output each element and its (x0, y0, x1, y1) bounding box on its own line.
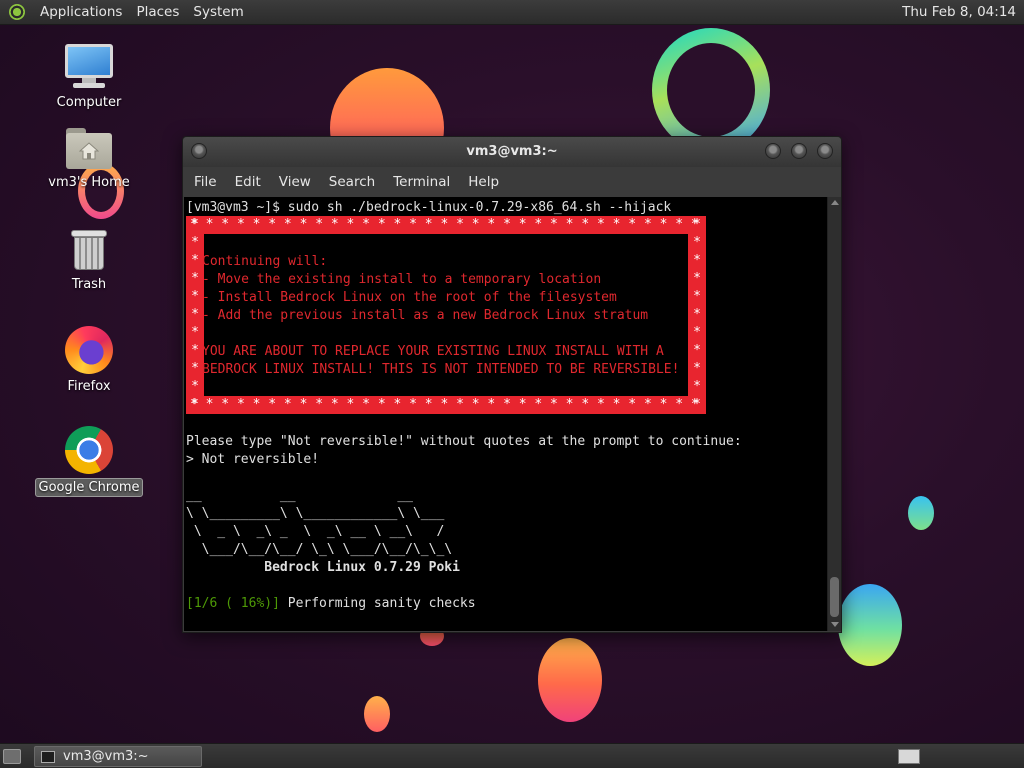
terminal-window[interactable]: vm3@vm3:~ File Edit View Search Terminal… (182, 136, 842, 633)
firefox-icon (65, 326, 113, 374)
clock[interactable]: Thu Feb 8, 04:14 (902, 4, 1016, 20)
home-folder-icon (66, 128, 112, 170)
desktop-icon-computer[interactable]: Computer (34, 44, 144, 111)
warning-star-border: * * * * * * * * * * * (693, 217, 701, 412)
progress-line: [1/6 ( 16%)] Performing sanity checks (186, 595, 476, 613)
wallpaper-bubble (538, 638, 602, 722)
wallpaper-ring (652, 28, 770, 152)
prompt-answer: > Not reversible! (186, 452, 320, 467)
distro-logo-icon[interactable] (9, 4, 25, 20)
ascii-logo-line: __ __ __ (186, 488, 413, 503)
computer-icon (65, 44, 113, 90)
menu-help[interactable]: Help (460, 174, 507, 190)
command-line: [vm3@vm3 ~]$ sudo sh ./bedrock-linux-0.7… (186, 200, 672, 215)
menu-applications[interactable]: Applications (34, 4, 128, 20)
window-titlebar[interactable]: vm3@vm3:~ (183, 137, 841, 167)
wallpaper-bubble (364, 696, 390, 732)
version-line: Bedrock Linux 0.7.29 Poki (186, 560, 460, 575)
bottom-panel: vm3@vm3:~ (0, 743, 1024, 768)
menu-system[interactable]: System (187, 4, 249, 20)
show-desktop-icon[interactable] (3, 749, 21, 764)
terminal-output[interactable]: [vm3@vm3 ~]$ sudo sh ./bedrock-linux-0.7… (184, 197, 827, 631)
trash-icon (71, 228, 107, 272)
menu-terminal[interactable]: Terminal (385, 174, 458, 190)
warning-star-border: * * * * * * * * * * * * * * * * * * * * … (190, 397, 699, 412)
close-button[interactable] (817, 143, 833, 159)
ascii-logo-line: \ _ \ _\ _ \ _\ __ \ __\ / (186, 524, 445, 539)
terminal-scrollbar[interactable] (827, 197, 841, 631)
menu-edit[interactable]: Edit (227, 174, 269, 190)
maximize-button[interactable] (791, 143, 807, 159)
warning-line: - Move the existing install to a tempora… (202, 272, 602, 287)
warning-line: - Install Bedrock Linux on the root of t… (202, 290, 617, 305)
desktop-icon-home[interactable]: vm3's Home (34, 128, 144, 191)
wallpaper-bubble (838, 584, 902, 666)
taskbar-item-label: vm3@vm3:~ (63, 749, 149, 764)
terminal-icon (41, 750, 55, 763)
window-title: vm3@vm3:~ (466, 144, 558, 159)
chrome-icon (65, 426, 113, 474)
prompt-instruction: Please type "Not reversible!" without qu… (186, 434, 742, 449)
warning-line: - Add the previous install as a new Bedr… (202, 308, 649, 323)
ascii-logo-line: \ \_________\ \____________\ \___ (186, 506, 445, 521)
workspace-switcher[interactable] (898, 749, 920, 764)
taskbar-item-terminal[interactable]: vm3@vm3:~ (34, 746, 202, 767)
scroll-up-icon[interactable] (831, 200, 839, 205)
desktop-icon-firefox[interactable]: Firefox (34, 326, 144, 395)
warning-star-border: * * * * * * * * * * * * * * * * * * * * … (190, 217, 699, 232)
ascii-logo-line: \___/\__/\__/ \_\ \___/\__/\_\_\ (186, 542, 453, 557)
menu-search[interactable]: Search (321, 174, 383, 190)
menu-file[interactable]: File (186, 174, 225, 190)
top-panel: Applications Places System Thu Feb 8, 04… (0, 0, 1024, 25)
progress-text: Performing sanity checks (279, 596, 476, 611)
warning-line: Continuing will: (202, 254, 328, 269)
menu-view[interactable]: View (271, 174, 319, 190)
warning-line: YOU ARE ABOUT TO REPLACE YOUR EXISTING L… (202, 344, 664, 359)
desktop-icon-label: Trash (71, 277, 107, 292)
desktop-icon-label: Google Chrome (34, 478, 144, 497)
desktop-icon-chrome[interactable]: Google Chrome (34, 426, 144, 497)
minimize-button[interactable] (765, 143, 781, 159)
progress-counter: [1/6 ( 16%)] (186, 596, 280, 611)
desktop-icon-label: Firefox (67, 379, 111, 394)
scrollbar-thumb[interactable] (830, 577, 839, 617)
desktop-icon-label: vm3's Home (48, 175, 130, 190)
desktop-icon-trash[interactable]: Trash (34, 228, 144, 293)
terminal-menubar: File Edit View Search Terminal Help (183, 167, 841, 197)
desktop-icon-label: Computer (56, 95, 122, 110)
wallpaper-bubble (908, 496, 934, 530)
warning-line: BEDROCK LINUX INSTALL! THIS IS NOT INTEN… (202, 362, 680, 377)
menu-places[interactable]: Places (130, 4, 185, 20)
scroll-down-icon[interactable] (831, 622, 839, 627)
